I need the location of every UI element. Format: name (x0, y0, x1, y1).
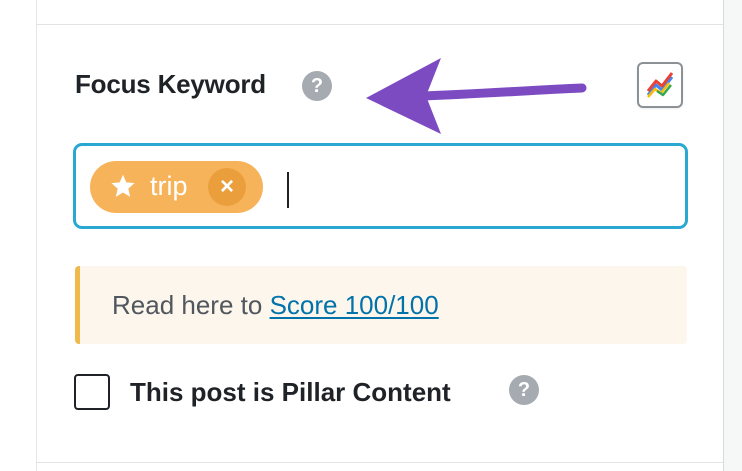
annotation-arrow-icon (366, 58, 587, 134)
keyword-tag-label: trip (150, 171, 188, 201)
star-icon (111, 174, 135, 197)
pillar-content-checkbox[interactable] (74, 374, 110, 410)
question-circle-icon[interactable]: ? (509, 375, 539, 405)
text-cursor (287, 172, 289, 208)
sidebar-scrollbar[interactable] (723, 0, 742, 471)
notice-prefix: Read here to (112, 290, 270, 320)
left-gutter (0, 0, 37, 471)
focus-keyword-input[interactable]: trip × (73, 143, 688, 229)
question-circle-icon[interactable]: ? (302, 71, 332, 101)
trend-chart-icon (646, 72, 674, 98)
bottom-divider (36, 462, 723, 463)
editor-panel: Focus Keyword ? trip × Read here to Scor… (0, 0, 742, 471)
top-divider (36, 24, 723, 25)
score-link[interactable]: Score 100/100 (270, 290, 439, 320)
pillar-content-label[interactable]: This post is Pillar Content (130, 377, 451, 408)
trends-button[interactable] (637, 62, 683, 108)
score-notice: Read here to Score 100/100 (75, 266, 687, 344)
notice-text: Read here to Score 100/100 (112, 290, 439, 321)
focus-keyword-label: Focus Keyword (75, 69, 266, 99)
keyword-tag[interactable]: trip × (90, 161, 263, 213)
remove-tag-button[interactable]: × (208, 168, 246, 206)
